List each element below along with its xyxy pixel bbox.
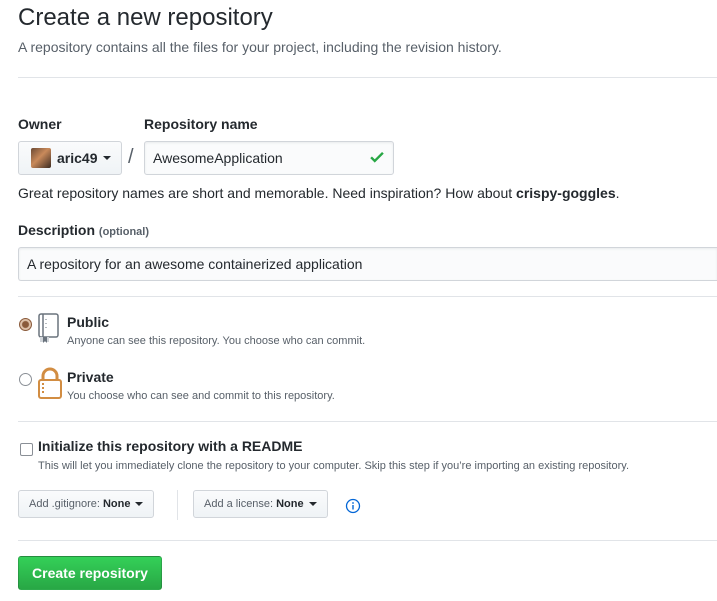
chevron-down-icon [103, 156, 112, 160]
description-input[interactable]: A repository for an awesome containerize… [18, 247, 717, 281]
visibility-public-note: Anyone can see this repository. You choo… [67, 335, 366, 347]
repository-name-input[interactable]: AwesomeApplication [144, 141, 394, 175]
page-title: Create a new repository [18, 4, 273, 31]
optional-tag: (optional) [98, 226, 150, 238]
page-subtitle: A repository contains all the files for … [18, 39, 502, 55]
chevron-down-icon [308, 502, 317, 506]
visibility-public-title: Public [67, 314, 110, 330]
vertical-divider [177, 490, 178, 520]
initialize-readme-checkbox[interactable] [20, 443, 33, 456]
initialize-readme-title: Initialize this repository with a README [38, 438, 303, 454]
visibility-public-radio[interactable] [19, 318, 32, 331]
initialize-readme-note: This will let you immediately clone the … [38, 460, 629, 472]
repo-book-icon [38, 313, 59, 343]
license-dropdown-button[interactable]: Add a license: None [193, 490, 328, 518]
visibility-private-title: Private [67, 369, 114, 385]
owner-label: Owner [18, 116, 62, 132]
check-icon [370, 151, 384, 163]
divider [18, 421, 717, 422]
owner-repo-separator: / [128, 146, 134, 168]
gitignore-value: None [102, 498, 131, 510]
visibility-private-radio[interactable] [19, 373, 32, 386]
divider [18, 77, 717, 78]
gitignore-label: Add .gitignore: [29, 498, 100, 510]
visibility-private-note: You choose who can see and commit to thi… [67, 390, 335, 402]
divider [18, 296, 717, 297]
gitignore-dropdown-button[interactable]: Add .gitignore: None [18, 490, 155, 518]
hint-text: Great repository names are short and mem… [18, 185, 517, 201]
name-suggestion-link[interactable]: crispy-goggles [516, 185, 616, 201]
repository-name-label: Repository name [144, 116, 258, 132]
license-label: Add a license: [204, 498, 274, 510]
description-label: Description (optional) [18, 222, 149, 238]
lock-icon [38, 367, 62, 399]
divider [18, 540, 717, 541]
info-icon[interactable] [345, 498, 361, 514]
description-label-text: Description [18, 222, 96, 238]
license-value: None [276, 498, 304, 510]
avatar [31, 148, 51, 168]
owner-dropdown-button[interactable]: aric49 [18, 141, 122, 175]
create-repository-button[interactable]: Create repository [18, 556, 162, 590]
hint-suffix: . [615, 185, 620, 201]
chevron-down-icon [135, 502, 144, 506]
owner-value: aric49 [57, 150, 98, 166]
repository-name-hint: Great repository names are short and mem… [18, 185, 620, 201]
